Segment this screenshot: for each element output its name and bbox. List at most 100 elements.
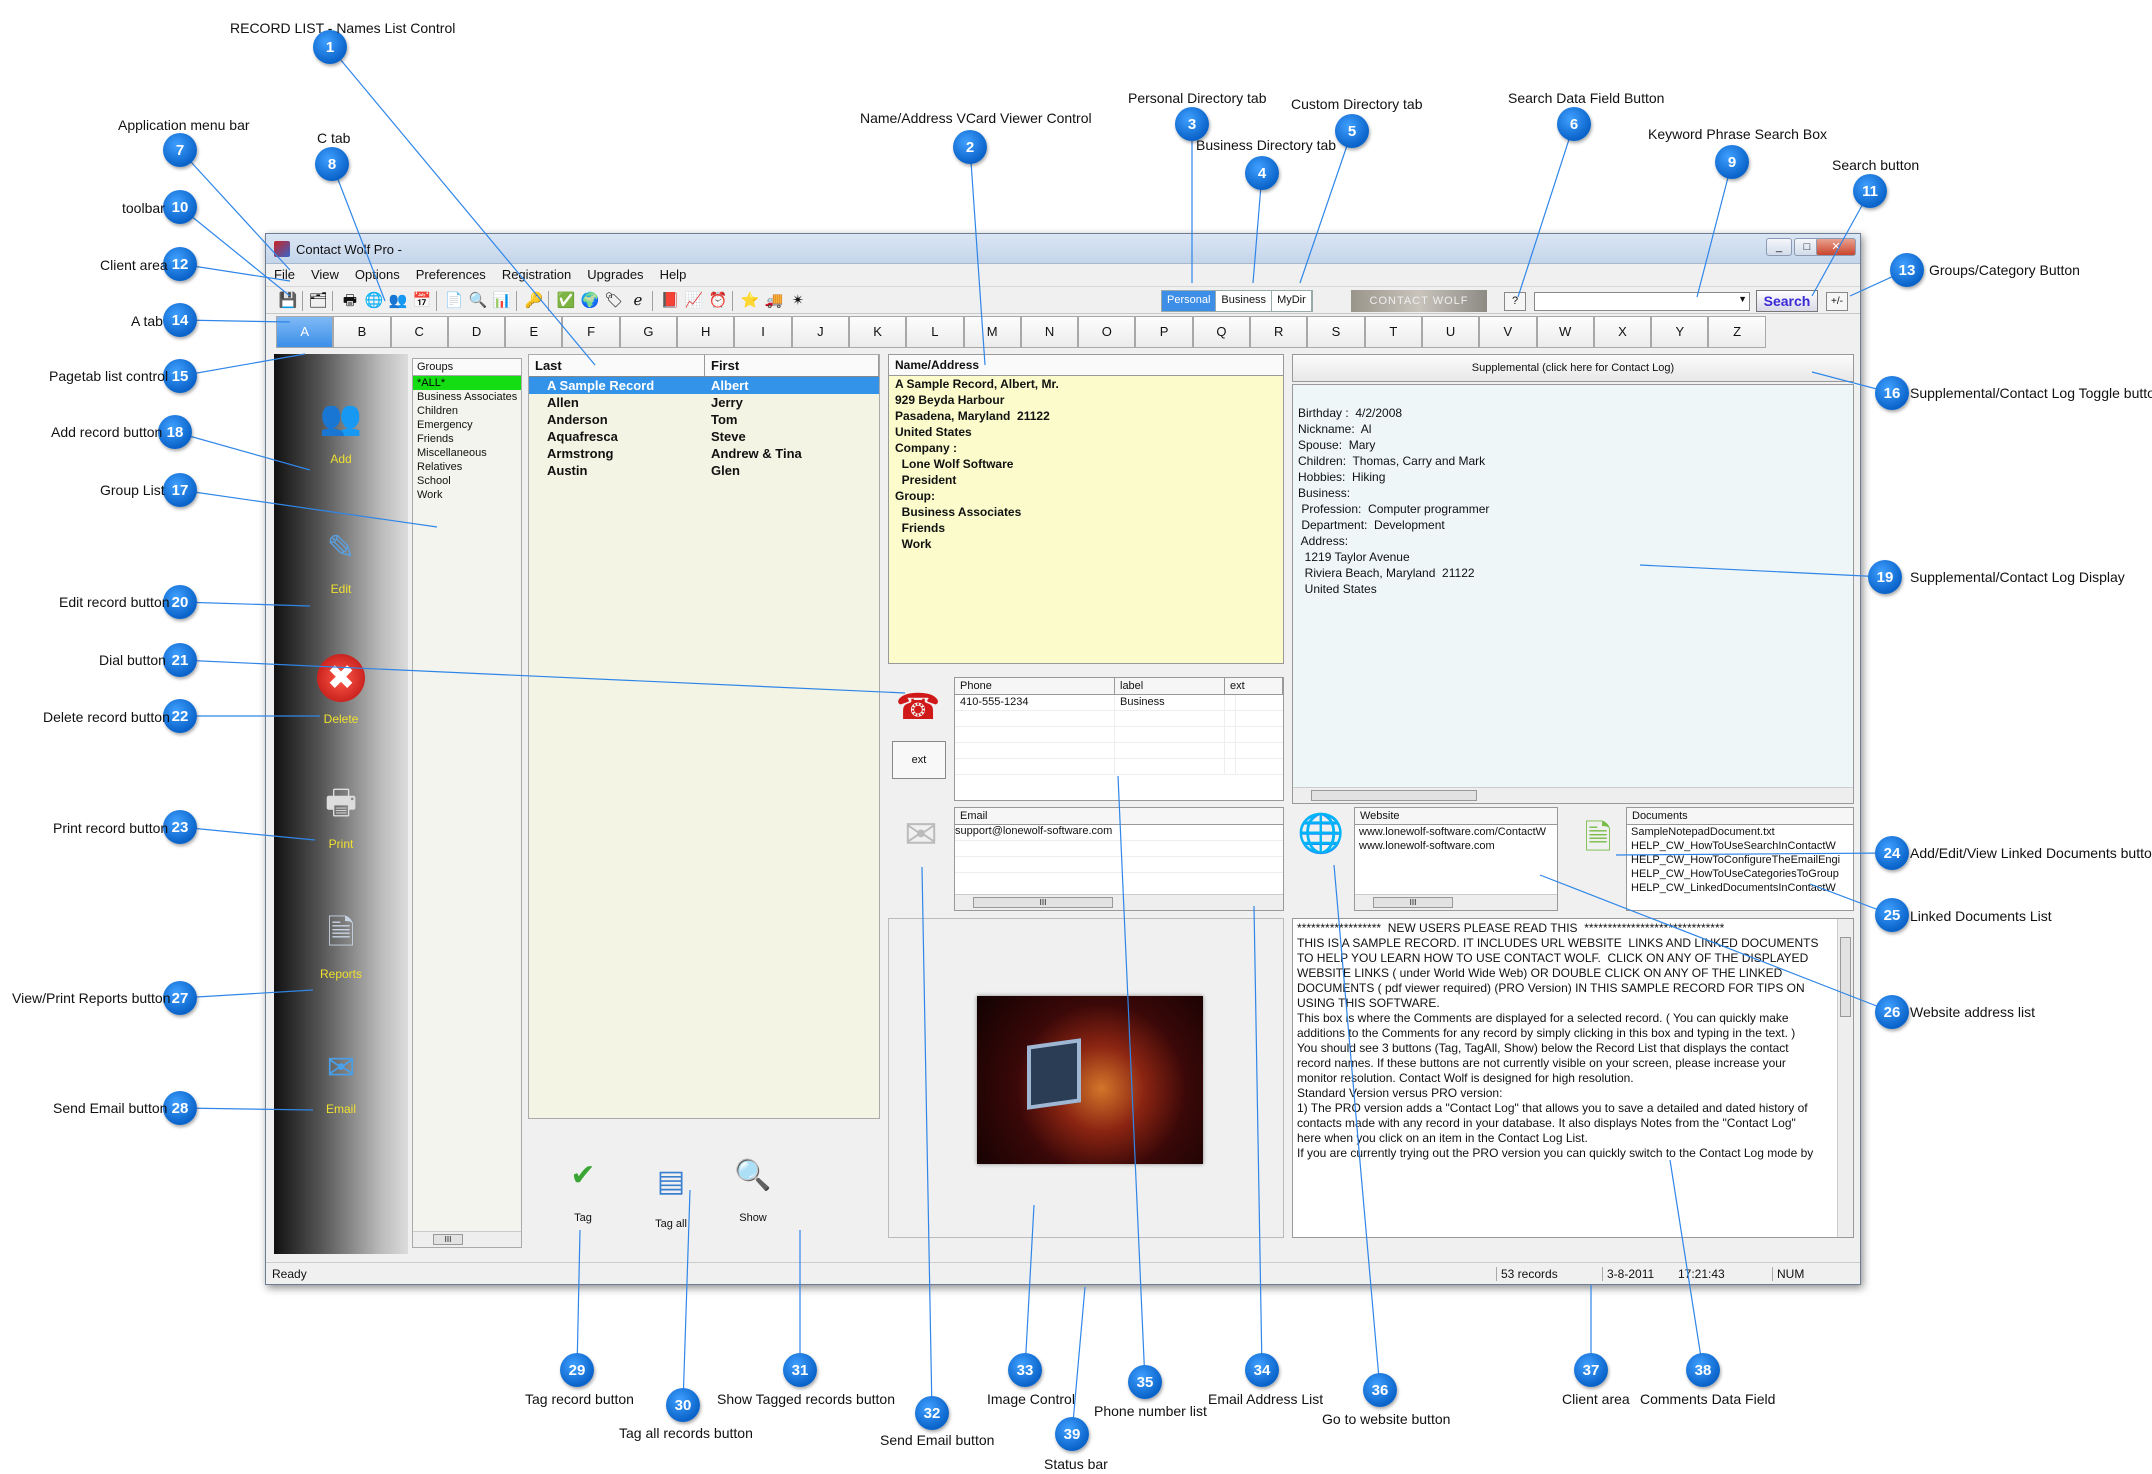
email-row[interactable] bbox=[955, 857, 1283, 873]
column-phone[interactable]: Phone bbox=[955, 678, 1115, 694]
tag-button[interactable]: ✔ Tag bbox=[538, 1154, 628, 1224]
web-icon[interactable]: 🌐 bbox=[364, 291, 384, 311]
tab-c[interactable]: C bbox=[390, 316, 448, 348]
edit-record-button[interactable]: ✎ Edit bbox=[274, 524, 408, 596]
tab-n[interactable]: N bbox=[1020, 316, 1079, 348]
column-first[interactable]: First bbox=[705, 355, 879, 376]
group-item[interactable]: Emergency bbox=[413, 418, 521, 432]
tab-w[interactable]: W bbox=[1536, 316, 1594, 348]
report-icon[interactable]: 📊 bbox=[492, 291, 512, 311]
menu-view[interactable]: View bbox=[303, 264, 347, 282]
tab-r[interactable]: R bbox=[1250, 316, 1308, 348]
email-record-button[interactable]: ✉ Email bbox=[274, 1044, 408, 1116]
document-row[interactable]: HELP_CW_HowToConfigureTheEmailEngi bbox=[1627, 853, 1853, 867]
close-icon[interactable]: ✕ bbox=[1816, 238, 1856, 256]
groups-category-button[interactable]: +/- bbox=[1826, 292, 1848, 311]
tab-b[interactable]: B bbox=[333, 316, 391, 348]
record-list[interactable]: Last First A Sample Record Albert Allen Jer… bbox=[528, 354, 880, 1119]
add-record-button[interactable]: 👥 Add bbox=[274, 394, 408, 466]
group-item[interactable]: Friends bbox=[413, 432, 521, 446]
send-email-button[interactable]: ✉ bbox=[894, 812, 948, 864]
column-label[interactable]: label bbox=[1115, 678, 1225, 694]
tab-m[interactable]: M bbox=[963, 316, 1021, 348]
dial-button[interactable]: ☎ bbox=[888, 686, 948, 730]
group-item[interactable]: Relatives bbox=[413, 460, 521, 474]
phone-row[interactable]: 410-555-1234 Business bbox=[955, 695, 1283, 711]
tab-e[interactable]: E bbox=[505, 316, 563, 348]
users-icon[interactable]: 👥 bbox=[388, 291, 408, 311]
supplemental-toggle-button[interactable]: Supplemental (click here for Contact Log… bbox=[1292, 354, 1854, 382]
image-control[interactable] bbox=[888, 918, 1284, 1238]
website-row[interactable]: www.lonewolf-software.com/ContactW bbox=[1355, 825, 1557, 839]
tab-x[interactable]: X bbox=[1593, 316, 1652, 348]
search-button[interactable]: Search bbox=[1756, 290, 1818, 312]
wolf-icon[interactable]: ✴ bbox=[788, 291, 808, 311]
record-row[interactable]: Aquafresca Steve bbox=[529, 428, 879, 445]
tag-icon[interactable]: 🏷 bbox=[604, 291, 624, 311]
go-to-website-button[interactable]: 🌐 bbox=[1296, 812, 1346, 864]
tab-q[interactable]: Q bbox=[1192, 316, 1251, 348]
check-list-icon[interactable]: ✅ bbox=[556, 291, 576, 311]
record-row[interactable]: Allen Jerry bbox=[529, 394, 879, 411]
tab-g[interactable]: G bbox=[619, 316, 678, 348]
group-item[interactable]: Business Associates bbox=[413, 390, 521, 404]
tab-d[interactable]: D bbox=[447, 316, 506, 348]
tag-all-button[interactable]: ▤ Tag all bbox=[626, 1160, 716, 1230]
tab-a[interactable]: A bbox=[276, 316, 334, 348]
column-email[interactable]: Email bbox=[955, 808, 1283, 824]
book-icon[interactable]: 📕 bbox=[660, 291, 680, 311]
horizontal-scrollbar[interactable] bbox=[1293, 787, 1853, 803]
record-row[interactable]: Armstrong Andrew & Tina bbox=[529, 445, 879, 462]
group-item[interactable]: Children bbox=[413, 404, 521, 418]
tab-o[interactable]: O bbox=[1078, 316, 1136, 348]
document-row[interactable]: SampleNotepadDocument.txt bbox=[1627, 825, 1853, 839]
tab-business[interactable]: Business bbox=[1216, 291, 1273, 311]
phone-row[interactable] bbox=[955, 727, 1283, 743]
tab-mydir[interactable]: MyDir bbox=[1272, 291, 1312, 311]
record-row[interactable]: A Sample Record Albert bbox=[529, 377, 879, 394]
scroll-thumb[interactable] bbox=[1840, 937, 1851, 1017]
star-icon[interactable]: ⭐ bbox=[740, 291, 760, 311]
tab-v[interactable]: V bbox=[1479, 316, 1537, 348]
document-row[interactable]: HELP_CW_LinkedDocumentsInContactW bbox=[1627, 881, 1853, 895]
calendar-icon[interactable]: 📅 bbox=[412, 291, 432, 311]
document-row[interactable]: HELP_CW_HowToUseSearchInContactW bbox=[1627, 839, 1853, 853]
record-row[interactable]: Anderson Tom bbox=[529, 411, 879, 428]
scroll-thumb[interactable]: III bbox=[433, 1234, 463, 1245]
delete-record-button[interactable]: ✖ Delete bbox=[274, 654, 408, 726]
dropdown-arrow-icon[interactable]: ▼ bbox=[1738, 294, 1747, 304]
website-row[interactable]: www.lonewolf-software.com bbox=[1355, 839, 1557, 853]
tab-p[interactable]: P bbox=[1135, 316, 1193, 348]
document-row[interactable]: HELP_CW_HowToUseCategoriesToGroup bbox=[1627, 867, 1853, 881]
globe-icon[interactable]: 🌍 bbox=[580, 291, 600, 311]
chart-icon[interactable]: 📈 bbox=[684, 291, 704, 311]
menu-options[interactable]: Options bbox=[347, 264, 408, 282]
key-icon[interactable]: 🔑 bbox=[524, 291, 544, 311]
menu-preferences[interactable]: Preferences bbox=[408, 264, 494, 282]
menu-upgrades[interactable]: Upgrades bbox=[579, 264, 651, 282]
phone-row[interactable] bbox=[955, 743, 1283, 759]
ie-icon[interactable]: ℯ bbox=[628, 291, 648, 311]
horizontal-scrollbar[interactable]: III bbox=[413, 1231, 521, 1247]
print-record-button[interactable]: 🖶 Print bbox=[274, 779, 408, 851]
group-item[interactable]: School bbox=[413, 474, 521, 488]
search-data-field-button[interactable]: ? bbox=[1504, 292, 1526, 311]
phone-row[interactable] bbox=[955, 759, 1283, 775]
group-item[interactable]: Miscellaneous bbox=[413, 446, 521, 460]
tab-j[interactable]: J bbox=[791, 316, 849, 348]
column-documents[interactable]: Documents bbox=[1627, 808, 1853, 824]
group-list[interactable]: Groups *ALL* Business Associates Children E… bbox=[412, 358, 522, 1248]
upgrade-icon[interactable]: 🚚 bbox=[764, 291, 784, 311]
tab-l[interactable]: L bbox=[906, 316, 964, 348]
copy-icon[interactable]: 📄 bbox=[444, 291, 464, 311]
tab-k[interactable]: K bbox=[848, 316, 907, 348]
phone-number-list[interactable]: Phone label ext 410-555-1234 Business bbox=[954, 677, 1284, 801]
horizontal-scrollbar[interactable]: III bbox=[955, 894, 1283, 910]
column-last[interactable]: Last bbox=[529, 355, 705, 376]
website-address-list[interactable]: Website www.lonewolf-software.com/Contac… bbox=[1354, 807, 1558, 911]
column-website[interactable]: Website bbox=[1355, 808, 1557, 824]
scroll-thumb[interactable] bbox=[1311, 790, 1477, 801]
menu-registration[interactable]: Registration bbox=[494, 264, 579, 282]
show-tagged-button[interactable]: 🔍 Show bbox=[708, 1154, 798, 1224]
column-ext[interactable]: ext bbox=[1225, 678, 1283, 694]
